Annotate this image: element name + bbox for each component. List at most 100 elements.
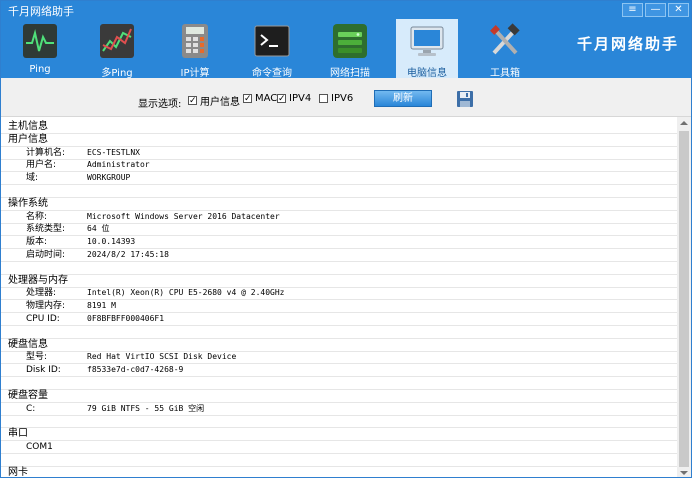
checkbox-ipv6[interactable]: IPV6 <box>319 93 353 104</box>
app-window: 千月网络助手 ≡ — ✕ Ping 多Ping IP计算 命令查询 网络扫描 电… <box>0 0 692 478</box>
tool-toolbox-label: 工具箱 <box>490 68 520 79</box>
info-row: 系统类型: 64 位 <box>1 223 677 237</box>
tool-network-scan[interactable]: 网络扫描 <box>319 19 381 79</box>
info-value: f8533e7d-c0d7-4268-9 <box>87 365 184 375</box>
tool-multi-ping-label: 多Ping <box>101 68 133 79</box>
calculator-icon <box>182 24 208 58</box>
info-key: 物理内存: <box>26 301 66 312</box>
info-value: Red Hat VirtIO SCSI Disk Device <box>87 352 237 362</box>
checkbox-ipv6-label: IPV6 <box>331 93 354 104</box>
info-value: WORKGROUP <box>87 173 131 183</box>
info-row: 型号: Red Hat VirtIO SCSI Disk Device <box>1 351 677 365</box>
info-key: 处理器: <box>26 288 57 299</box>
display-options-label: 显示选项: <box>138 99 182 110</box>
info-row: 用户名: Administrator <box>1 159 677 173</box>
section-header: 硬盘容量 <box>1 390 677 403</box>
main-toolbar: Ping 多Ping IP计算 命令查询 网络扫描 电脑信息 工具箱 千月网络助… <box>1 19 691 79</box>
info-key: 计算机名: <box>26 147 66 158</box>
title-bar[interactable]: 千月网络助手 ≡ — ✕ <box>1 1 691 19</box>
info-value: Microsoft Windows Server 2016 Datacenter <box>87 211 280 221</box>
info-row <box>1 377 677 390</box>
info-value: 0F8BFBFF000406F1 <box>87 314 165 323</box>
checkbox-ipv4-box[interactable]: ✓ <box>277 94 286 104</box>
computer-info-icon <box>410 26 444 56</box>
section-header: 硬盘信息 <box>1 339 677 352</box>
section-header: 串口 <box>1 428 677 442</box>
refresh-button[interactable]: 刷新 <box>374 90 432 107</box>
info-value: 10.0.14393 <box>87 237 136 247</box>
section-title: 操作系统 <box>8 197 48 209</box>
window-controls: ≡ — ✕ <box>622 3 689 17</box>
network-scan-icon <box>333 24 367 58</box>
section-title: 主机信息 <box>8 121 48 132</box>
info-row: 启动时间: 2024/8/2 17:45:18 <box>1 249 677 262</box>
checkbox-user-info-box[interactable]: ✓ <box>188 96 197 106</box>
info-row <box>1 454 677 467</box>
info-row <box>1 326 677 339</box>
vertical-scrollbar[interactable] <box>677 117 691 477</box>
tool-computer-info[interactable]: 电脑信息 <box>396 19 458 79</box>
info-row <box>1 262 677 275</box>
checkbox-ipv4-label: IPV4 <box>289 93 312 104</box>
section-title: 串口 <box>8 428 28 440</box>
checkbox-ipv6-box[interactable] <box>319 94 328 103</box>
tool-toolbox[interactable]: 工具箱 <box>474 19 536 79</box>
section-header: 用户信息 <box>1 134 677 147</box>
tool-command-label: 命令查询 <box>252 68 292 79</box>
info-value: Intel(R) Xeon(R) CPU E5-2680 v4 @ 2.40GH… <box>87 288 285 298</box>
info-key: 名称: <box>26 211 48 222</box>
info-value: Administrator <box>87 160 150 170</box>
scroll-down-icon[interactable] <box>680 471 688 475</box>
info-key: 系统类型: <box>26 224 66 235</box>
checkbox-user-info[interactable]: ✓ 用户信息 <box>188 93 240 108</box>
scroll-up-icon[interactable] <box>680 121 688 125</box>
tool-network-scan-label: 网络扫描 <box>330 68 370 79</box>
info-value: 2024/8/2 17:45:18 <box>87 250 169 259</box>
section-title: 网卡 <box>8 466 28 478</box>
close-button[interactable]: ✕ <box>668 3 689 17</box>
section-header: 处理器与内存 <box>1 275 677 288</box>
tool-ip-calc-label: IP计算 <box>180 68 210 79</box>
info-key: Disk ID: <box>26 365 61 376</box>
tool-command[interactable]: 命令查询 <box>241 19 303 79</box>
info-list[interactable]: 主机信息用户信息 计算机名: ECS-TESTLNX 用户名: Administrato… <box>1 117 677 478</box>
save-icon[interactable] <box>456 90 474 108</box>
info-key: C: <box>26 403 36 414</box>
ping-icon <box>23 24 57 58</box>
tool-multi-ping[interactable]: 多Ping <box>86 19 148 79</box>
info-value: 79 GiB NTFS - 55 GiB 空闲 <box>87 403 205 413</box>
info-key: 用户名: <box>26 160 57 171</box>
info-row: 计算机名: ECS-TESTLNX <box>1 147 677 160</box>
info-key: 版本: <box>26 237 48 248</box>
checkbox-user-info-label: 用户信息 <box>200 97 240 108</box>
command-icon <box>254 25 290 57</box>
info-row: 版本: 10.0.14393 <box>1 236 677 250</box>
brand-text: 千月网络助手 <box>576 35 679 53</box>
info-row: C: 79 GiB NTFS - 55 GiB 空闲 <box>1 403 677 416</box>
info-key: 域: <box>26 173 39 184</box>
info-value: 64 位 <box>87 224 110 234</box>
tool-ping-label: Ping <box>29 64 51 75</box>
options-bar: 显示选项: ✓ 用户信息 ✓ MAC ✓ IPV4 IPV6 刷新 <box>1 78 691 117</box>
toolbox-icon <box>490 23 520 55</box>
multi-ping-icon <box>100 24 134 58</box>
info-key: CPU ID: <box>26 314 60 324</box>
section-header: 操作系统 <box>1 198 677 211</box>
tool-ping[interactable]: Ping <box>9 19 71 78</box>
info-row <box>1 415 677 429</box>
info-value: ECS-TESTLNX <box>87 147 140 157</box>
info-row <box>1 185 677 198</box>
section-header: 主机信息 <box>1 121 677 134</box>
info-key: 启动时间: <box>26 250 66 260</box>
checkbox-mac-label: MAC <box>255 93 278 104</box>
minimize-button[interactable]: — <box>645 3 666 17</box>
checkbox-ipv4[interactable]: ✓ IPV4 <box>277 93 311 104</box>
checkbox-mac[interactable]: ✓ MAC <box>243 93 277 104</box>
tool-ip-calc[interactable]: IP计算 <box>164 19 226 79</box>
checkbox-mac-box[interactable]: ✓ <box>243 94 252 104</box>
section-header: 网卡 <box>1 466 677 478</box>
window-title: 千月网络助手 <box>8 5 74 18</box>
scrollbar-thumb[interactable] <box>679 131 689 467</box>
menu-button[interactable]: ≡ <box>622 3 643 17</box>
info-row: CPU ID: 0F8BFBFF000406F1 <box>1 313 677 326</box>
